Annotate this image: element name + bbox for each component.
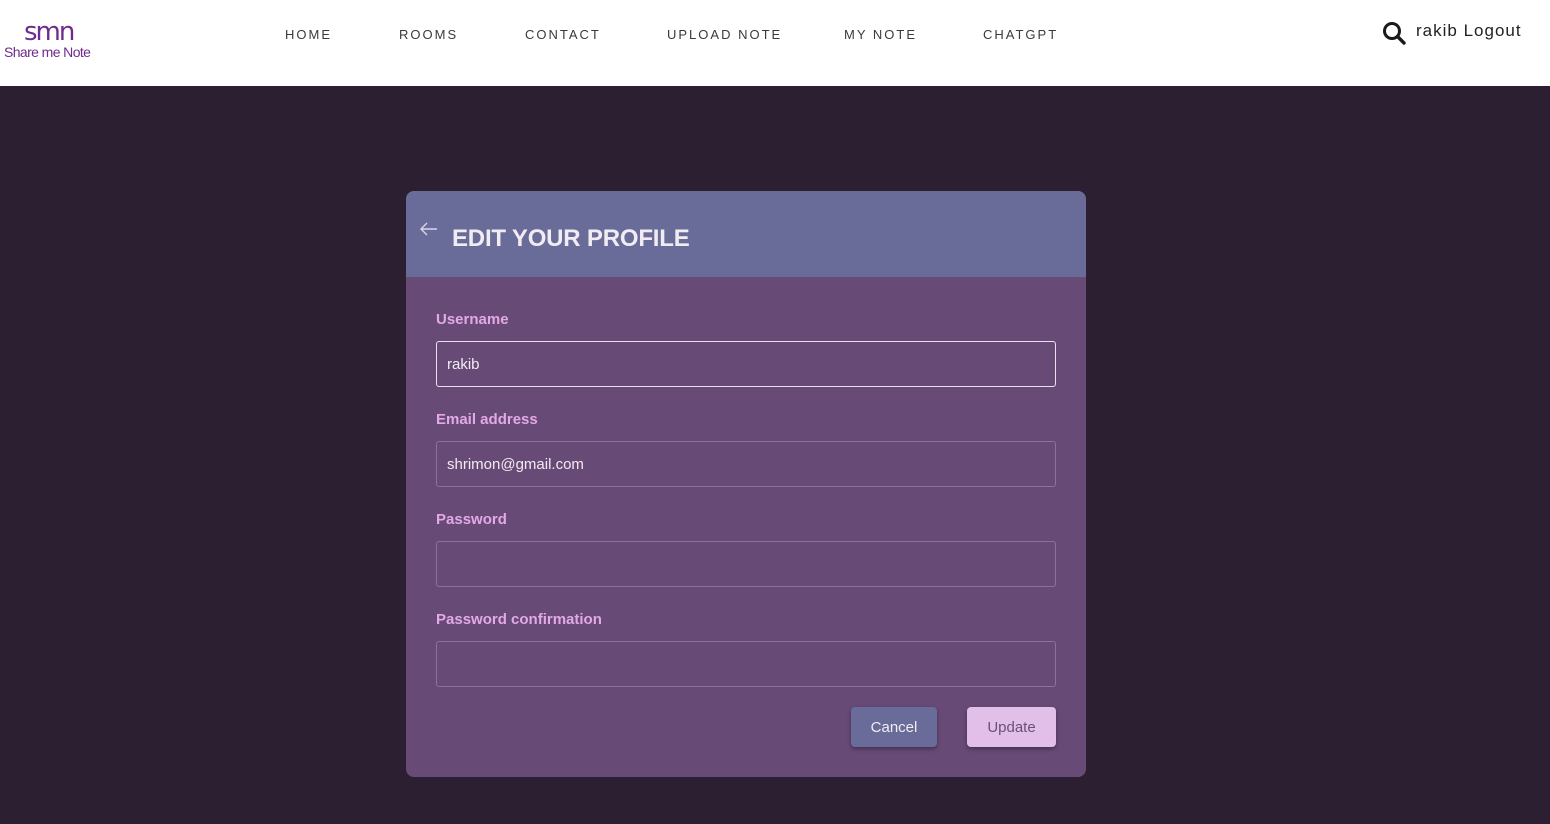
edit-profile-card: EDIT YOUR PROFILE Username Email address… [406,191,1086,777]
page-title: EDIT YOUR PROFILE [452,225,690,252]
update-button[interactable]: Update [967,707,1056,747]
card-header: EDIT YOUR PROFILE [406,191,1086,277]
arrow-left-icon[interactable] [419,221,439,237]
nav-my-note[interactable]: MY NOTE [844,27,917,43]
nav-chatgpt[interactable]: CHATGPT [983,27,1058,43]
cancel-button[interactable]: Cancel [851,707,937,747]
top-navbar: smn Share me Note HOME ROOMS CONTACT UPL… [0,0,1550,86]
nav-rooms[interactable]: ROOMS [399,27,458,43]
password-confirmation-label: Password confirmation [436,611,602,628]
password-confirmation-input[interactable] [436,641,1056,687]
username-link[interactable]: rakib [1416,21,1458,40]
nav-contact[interactable]: CONTACT [525,27,601,43]
logo-text: Share me Note [4,44,91,60]
search-icon[interactable] [1382,21,1406,45]
nav-home[interactable]: HOME [285,27,332,43]
password-label: Password [436,511,507,528]
email-label: Email address [436,411,538,428]
username-label: Username [436,311,509,328]
username-input[interactable] [436,341,1056,387]
user-area: rakib Logout [1416,21,1522,41]
main-nav: HOME ROOMS CONTACT UPLOAD NOTE MY NOTE C… [0,27,1550,45]
nav-upload-note[interactable]: UPLOAD NOTE [667,27,782,43]
email-input[interactable] [436,441,1056,487]
logout-link[interactable]: Logout [1464,21,1522,40]
password-input[interactable] [436,541,1056,587]
